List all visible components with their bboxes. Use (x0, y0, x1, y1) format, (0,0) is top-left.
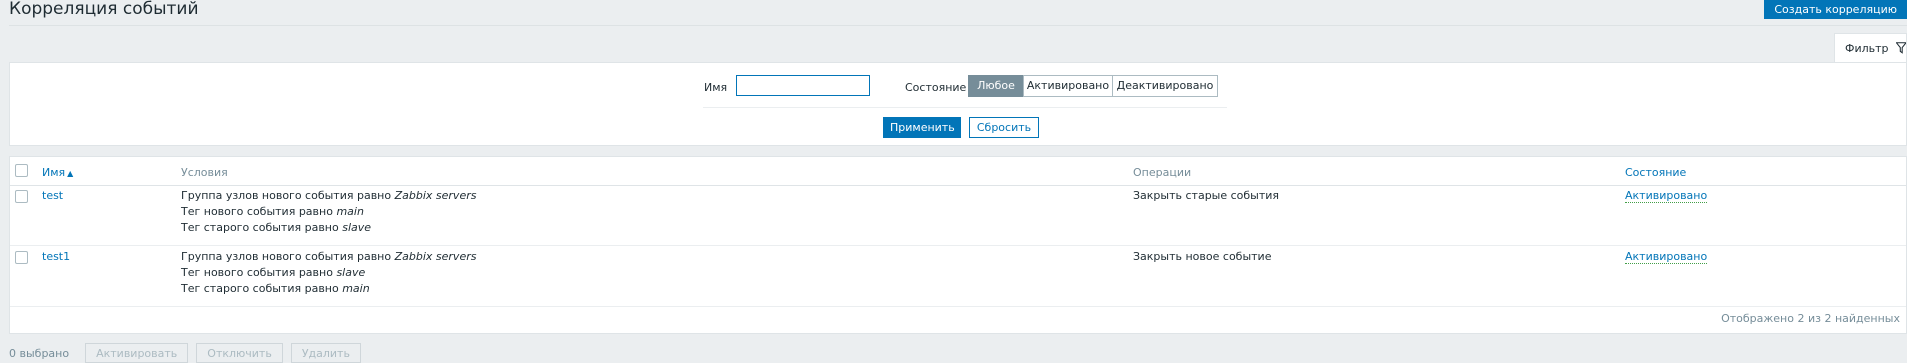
conditions-column-header: Условия (181, 166, 228, 179)
status-toggle-link[interactable]: Активировано (1625, 250, 1708, 264)
correlation-name-link[interactable]: test1 (42, 250, 70, 263)
status-toggle-link[interactable]: Активировано (1625, 189, 1708, 203)
name-filter-input[interactable] (736, 75, 870, 96)
title-divider (9, 25, 1907, 26)
operations-cell: Закрыть новое событие (1133, 250, 1272, 263)
reset-button[interactable]: Сбросить (969, 117, 1039, 138)
row-checkbox[interactable] (15, 190, 28, 203)
status-column-header[interactable]: Состояние (1625, 166, 1686, 179)
filter-tab-label: Фильтр (1845, 41, 1889, 55)
table-header: Имя ▲ Условия Операции Состояние (10, 157, 1906, 186)
filter-tab[interactable]: Фильтр (1834, 33, 1907, 62)
correlation-table: Имя ▲ Условия Операции Состояние test Гру… (9, 156, 1907, 334)
condition-line: Группа узлов нового события равно Zabbix… (181, 189, 477, 202)
conditions-cell: Группа узлов нового события равно Zabbix… (181, 249, 476, 297)
apply-button[interactable]: Применить (883, 117, 961, 138)
filter-divider (703, 107, 1227, 108)
condition-line: Тег старого события равно main (181, 282, 370, 295)
condition-line: Тег старого события равно slave (181, 221, 372, 234)
funnel-icon (1895, 42, 1906, 54)
selected-count: 0 выбрано (9, 346, 70, 360)
table-row: test Группа узлов нового события равно Z… (10, 185, 1906, 246)
select-all-checkbox[interactable] (15, 164, 28, 177)
operations-column-header: Операции (1133, 166, 1192, 179)
page-title: Корреляция событий (9, 0, 199, 19)
create-correlation-button[interactable]: Создать корреляцию (1764, 0, 1907, 19)
operations-cell: Закрыть старые события (1133, 189, 1280, 202)
status-filter-label: Состояние (905, 81, 967, 94)
status-option-disabled[interactable]: Деактивировано (1112, 75, 1218, 97)
disable-selected-button[interactable]: Отключить (196, 343, 283, 363)
name-filter-label: Имя (704, 81, 728, 94)
row-checkbox[interactable] (15, 251, 28, 264)
enable-selected-button[interactable]: Активировать (85, 343, 189, 363)
status-option-any[interactable]: Любое (968, 75, 1024, 97)
name-column-header[interactable]: Имя ▲ (42, 166, 73, 179)
name-column-label: Имя (42, 166, 66, 179)
delete-selected-button[interactable]: Удалить (290, 343, 361, 363)
filter-panel: Имя Состояние Любое Активировано Деактив… (9, 62, 1907, 146)
condition-line: Тег нового события равно slave (181, 266, 366, 279)
conditions-cell: Группа узлов нового события равно Zabbix… (181, 188, 476, 236)
sort-asc-icon: ▲ (67, 169, 74, 178)
results-count: Отображено 2 из 2 найденных (1721, 312, 1900, 325)
bulk-actions-bar: 0 выбрано Активировать Отключить Удалить (9, 343, 361, 363)
table-row: test1 Группа узлов нового события равно … (10, 246, 1906, 307)
condition-line: Тег нового события равно main (181, 205, 364, 218)
correlation-name-link[interactable]: test (42, 189, 63, 202)
condition-line: Группа узлов нового события равно Zabbix… (181, 250, 477, 263)
status-option-enabled[interactable]: Активировано (1023, 75, 1113, 97)
